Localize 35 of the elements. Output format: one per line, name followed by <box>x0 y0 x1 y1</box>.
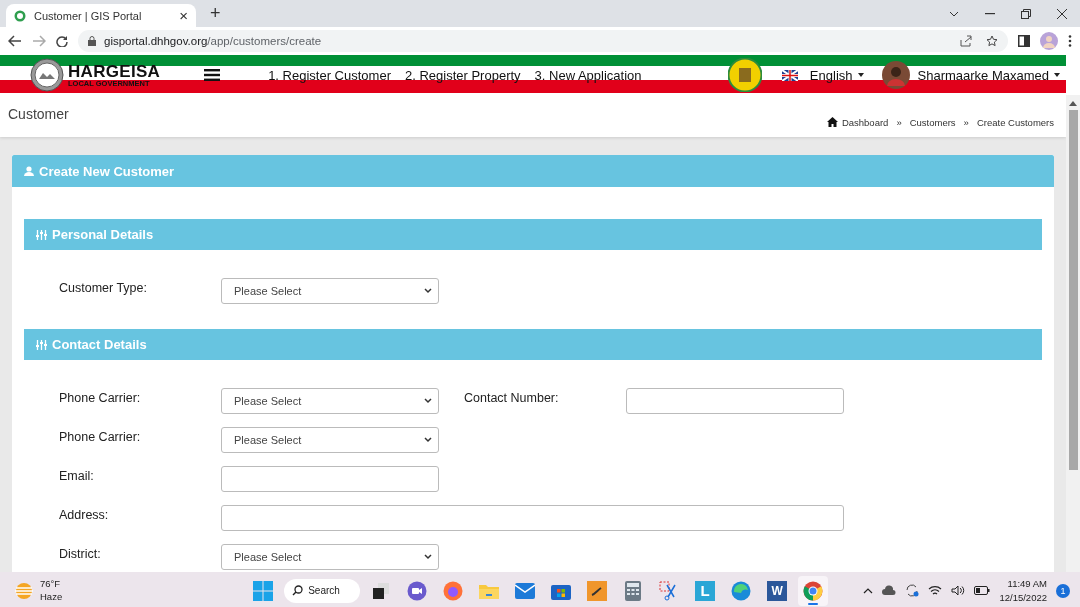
field-label: Customer Type: <box>59 280 148 295</box>
select-dropdown[interactable]: Please Select <box>221 278 439 304</box>
field-label: Contact Number: <box>464 390 560 405</box>
nav-link[interactable]: 1. Register Customer <box>268 67 391 83</box>
address-bar[interactable]: gisportal.dhhgov.org/app/customers/create <box>78 30 1008 52</box>
taskbar-search[interactable]: Search <box>284 578 361 603</box>
select-dropdown[interactable]: Please Select <box>221 388 439 414</box>
section-title: Personal Details <box>52 227 154 242</box>
breadcrumb-separator: » <box>896 116 902 128</box>
breadcrumb-link[interactable]: Create Customers <box>976 116 1054 128</box>
breadcrumb-separator: » <box>963 116 969 128</box>
field-label: Phone Carrier: <box>59 429 142 444</box>
field-label: District: <box>59 546 102 561</box>
select-dropdown[interactable]: Please Select <box>221 427 439 453</box>
logo-title: HARGEISA <box>68 62 161 80</box>
breadcrumb-link[interactable]: Customers <box>909 116 956 128</box>
notification-badge[interactable]: 1 <box>1056 583 1070 598</box>
section-title: Contact Details <box>52 337 147 352</box>
select-dropdown[interactable]: Please Select <box>221 544 439 570</box>
card-title: Create New Customer <box>39 163 175 179</box>
browser-tab[interactable]: Customer | GIS Portal × <box>6 4 196 27</box>
field-label: Address: <box>59 507 110 522</box>
language-dropdown[interactable]: English <box>809 67 864 83</box>
weather-condition-text: Haze <box>40 590 63 603</box>
field-label: Email: <box>59 468 95 483</box>
clock[interactable]: 11:49 AM 12/15/2022 <box>999 577 1047 604</box>
page-title: Customer <box>8 106 69 124</box>
nav-link[interactable]: 2. Register Property <box>404 67 521 83</box>
nav-link[interactable]: 3. New Application <box>534 67 642 83</box>
breadcrumb-link[interactable]: Dashboard <box>841 116 889 128</box>
user-menu[interactable]: Sharmaarke Maxamed <box>917 67 1060 83</box>
close-tab-button[interactable]: × <box>179 7 188 24</box>
field-label: Phone Carrier: <box>59 390 142 405</box>
temperature-text: 76°F <box>40 578 62 591</box>
new-tab-button[interactable]: + <box>210 3 221 24</box>
